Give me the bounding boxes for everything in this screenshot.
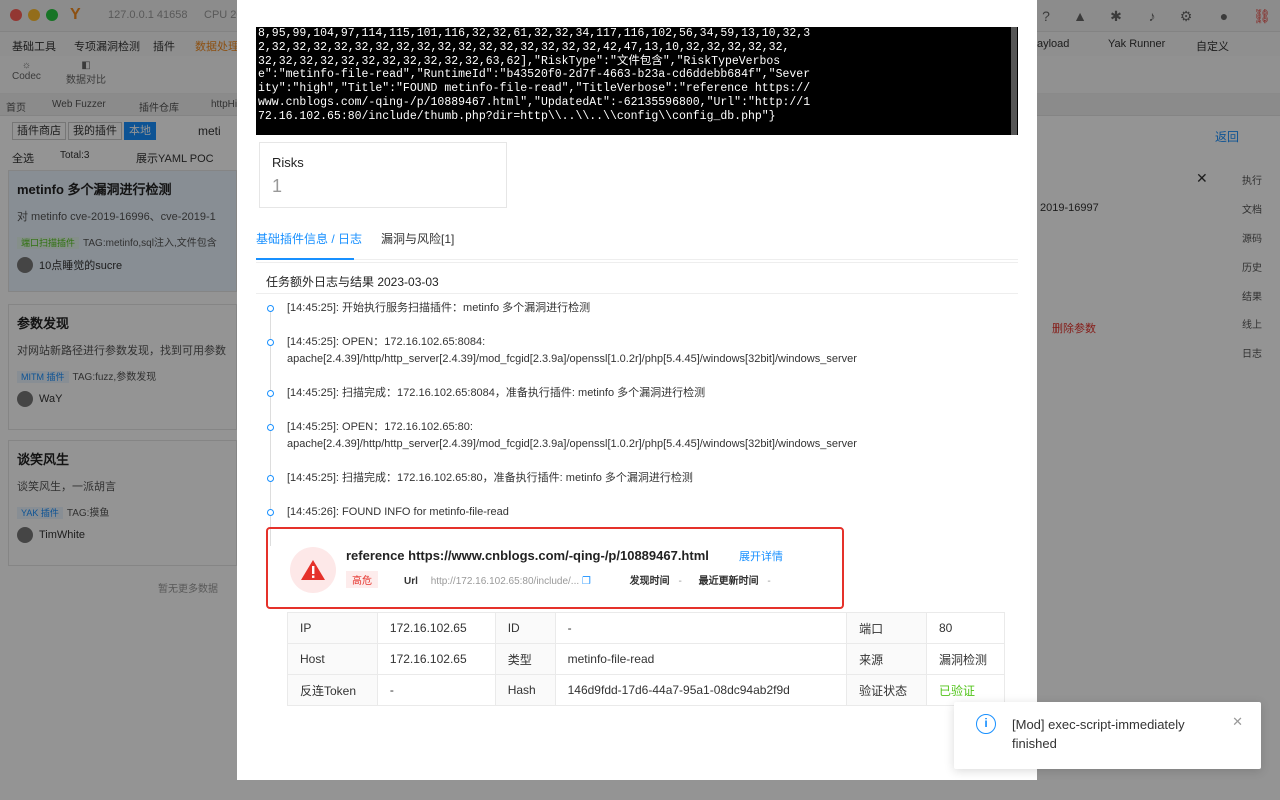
terminal-line: 2,32,32,32,32,32,32,32,32,32,32,32,32,32… (258, 40, 790, 54)
terminal-line: www.cnblogs.com/-qing-/p/10889467.html",… (258, 95, 811, 109)
risks-count: 1 (272, 176, 283, 196)
risk-meta: Url http://172.16.102.65:80/include/... … (404, 572, 771, 587)
log-text: [14:45:25]: OPEN：172.16.102.65:80: apach… (287, 421, 857, 450)
table-cell: 类型 (494, 643, 556, 675)
risk-url: http://172.16.102.65:80/include/... (430, 576, 580, 587)
execution-result-modal: 8,95,99,104,97,114,115,101,116,32,32,61,… (237, 0, 1037, 780)
log-item: [14:45:25]: 扫描完成：172.16.102.65:80，准备执行插件… (267, 470, 1007, 512)
risk-details-table: IP 172.16.102.65 ID - 端口 80 Host 172.16.… (287, 612, 1005, 706)
terminal-line: 72.16.102.65:80/include/thumb.php?dir=ht… (258, 109, 776, 123)
log-item: [14:45:25]: 开始执行服务扫描插件：metinfo 多个漏洞进行检测 (267, 300, 1007, 342)
table-cell: 反连Token (287, 674, 378, 706)
timeline-dot (267, 509, 274, 516)
terminal-scrollbar[interactable] (1011, 27, 1017, 135)
table-row: 反连Token - Hash 146d9fdd-17d6-44a7-95a1-0… (287, 674, 1005, 706)
table-cell: 端口 (846, 612, 927, 644)
risk-title: reference https://www.cnblogs.com/-qing-… (346, 548, 709, 563)
notification-message: [Mod] exec-script-immediately finished (1012, 717, 1185, 751)
timeline-dot (267, 339, 274, 346)
terminal-output: 8,95,99,104,97,114,115,101,116,32,32,61,… (256, 27, 1018, 135)
table-cell: 80 (926, 612, 1005, 644)
info-icon: i (976, 714, 996, 734)
table-cell: ID (494, 612, 556, 644)
table-cell: 来源 (846, 643, 927, 675)
log-text: [14:45:25]: 扫描完成：172.16.102.65:80，准备执行插件… (287, 472, 693, 484)
risk-item-card: reference https://www.cnblogs.com/-qing-… (266, 527, 844, 609)
table-cell: - (554, 612, 848, 644)
log-text: [14:45:25]: 开始执行服务扫描插件：metinfo 多个漏洞进行检测 (287, 302, 591, 314)
tab-plugin-info-log[interactable]: 基础插件信息 / 日志 (256, 230, 362, 247)
found-time-value: - (678, 576, 682, 587)
table-cell: metinfo-file-read (554, 643, 848, 675)
verify-status: 已验证 (926, 674, 1005, 706)
table-cell: IP (287, 612, 378, 644)
close-icon[interactable]: ✕ (1232, 714, 1243, 730)
log-item: [14:45:25]: OPEN：172.16.102.65:8084: apa… (267, 334, 1007, 392)
risks-statistic: Risks 1 (259, 142, 507, 208)
table-row: Host 172.16.102.65 类型 metinfo-file-read … (287, 643, 1005, 675)
risks-label: Risks (272, 155, 304, 170)
timeline-dot (267, 424, 274, 431)
table-cell: - (376, 674, 496, 706)
url-label: Url (404, 576, 418, 587)
log-item: [14:45:25]: 扫描完成：172.16.102.65:8084，准备执行… (267, 385, 1007, 427)
table-cell: 172.16.102.65 (376, 643, 496, 675)
found-time-label: 发现时间 (629, 576, 670, 587)
expand-details-link[interactable]: 展开详情 (739, 548, 783, 564)
table-cell: 验证状态 (846, 674, 927, 706)
table-cell: 172.16.102.65 (376, 612, 496, 644)
severity-badge: 高危 (346, 571, 378, 588)
terminal-line: 8,95,99,104,97,114,115,101,116,32,32,61,… (258, 27, 811, 40)
terminal-line: ity":"high","Title":"FOUND metinfo-file-… (258, 82, 811, 96)
terminal-line: e":"metinfo-file-read","RuntimeId":"b435… (258, 68, 811, 82)
notification-toast: i [Mod] exec-script-immediately finished… (954, 702, 1261, 769)
table-cell: 漏洞检测 (926, 643, 1005, 675)
copy-icon[interactable]: ❐ (582, 576, 591, 587)
result-tabs: 基础插件信息 / 日志 漏洞与风险[1] (256, 222, 1018, 260)
log-text: [14:45:26]: FOUND INFO for metinfo-file-… (287, 506, 509, 518)
table-cell: 146d9fdd-17d6-44a7-95a1-08dc94ab2f9d (554, 674, 848, 706)
timeline-dot (267, 305, 274, 312)
timeline-dot (267, 390, 274, 397)
timeline-dot (267, 475, 274, 482)
log-item: [14:45:25]: OPEN：172.16.102.65:80: apach… (267, 419, 1007, 477)
table-row: IP 172.16.102.65 ID - 端口 80 (287, 612, 1005, 644)
table-cell: Hash (494, 674, 556, 706)
log-header: 任务额外日志与结果 2023-03-03 (256, 262, 1018, 294)
updated-time-value: - (767, 576, 771, 587)
warning-icon (290, 547, 336, 593)
updated-time-label: 最近更新时间 (698, 576, 759, 587)
tab-vulns-risks[interactable]: 漏洞与风险[1] (381, 230, 454, 247)
table-cell: Host (287, 643, 378, 675)
log-timeline: [14:45:25]: 开始执行服务扫描插件：metinfo 多个漏洞进行检测 … (267, 300, 1007, 546)
log-text: [14:45:25]: 扫描完成：172.16.102.65:8084，准备执行… (287, 387, 706, 399)
log-text: [14:45:25]: OPEN：172.16.102.65:8084: apa… (287, 336, 857, 365)
active-tab-indicator (256, 258, 354, 260)
terminal-line: 32,32,32,32,32,32,32,32,32,32,32,63,62],… (258, 54, 781, 68)
